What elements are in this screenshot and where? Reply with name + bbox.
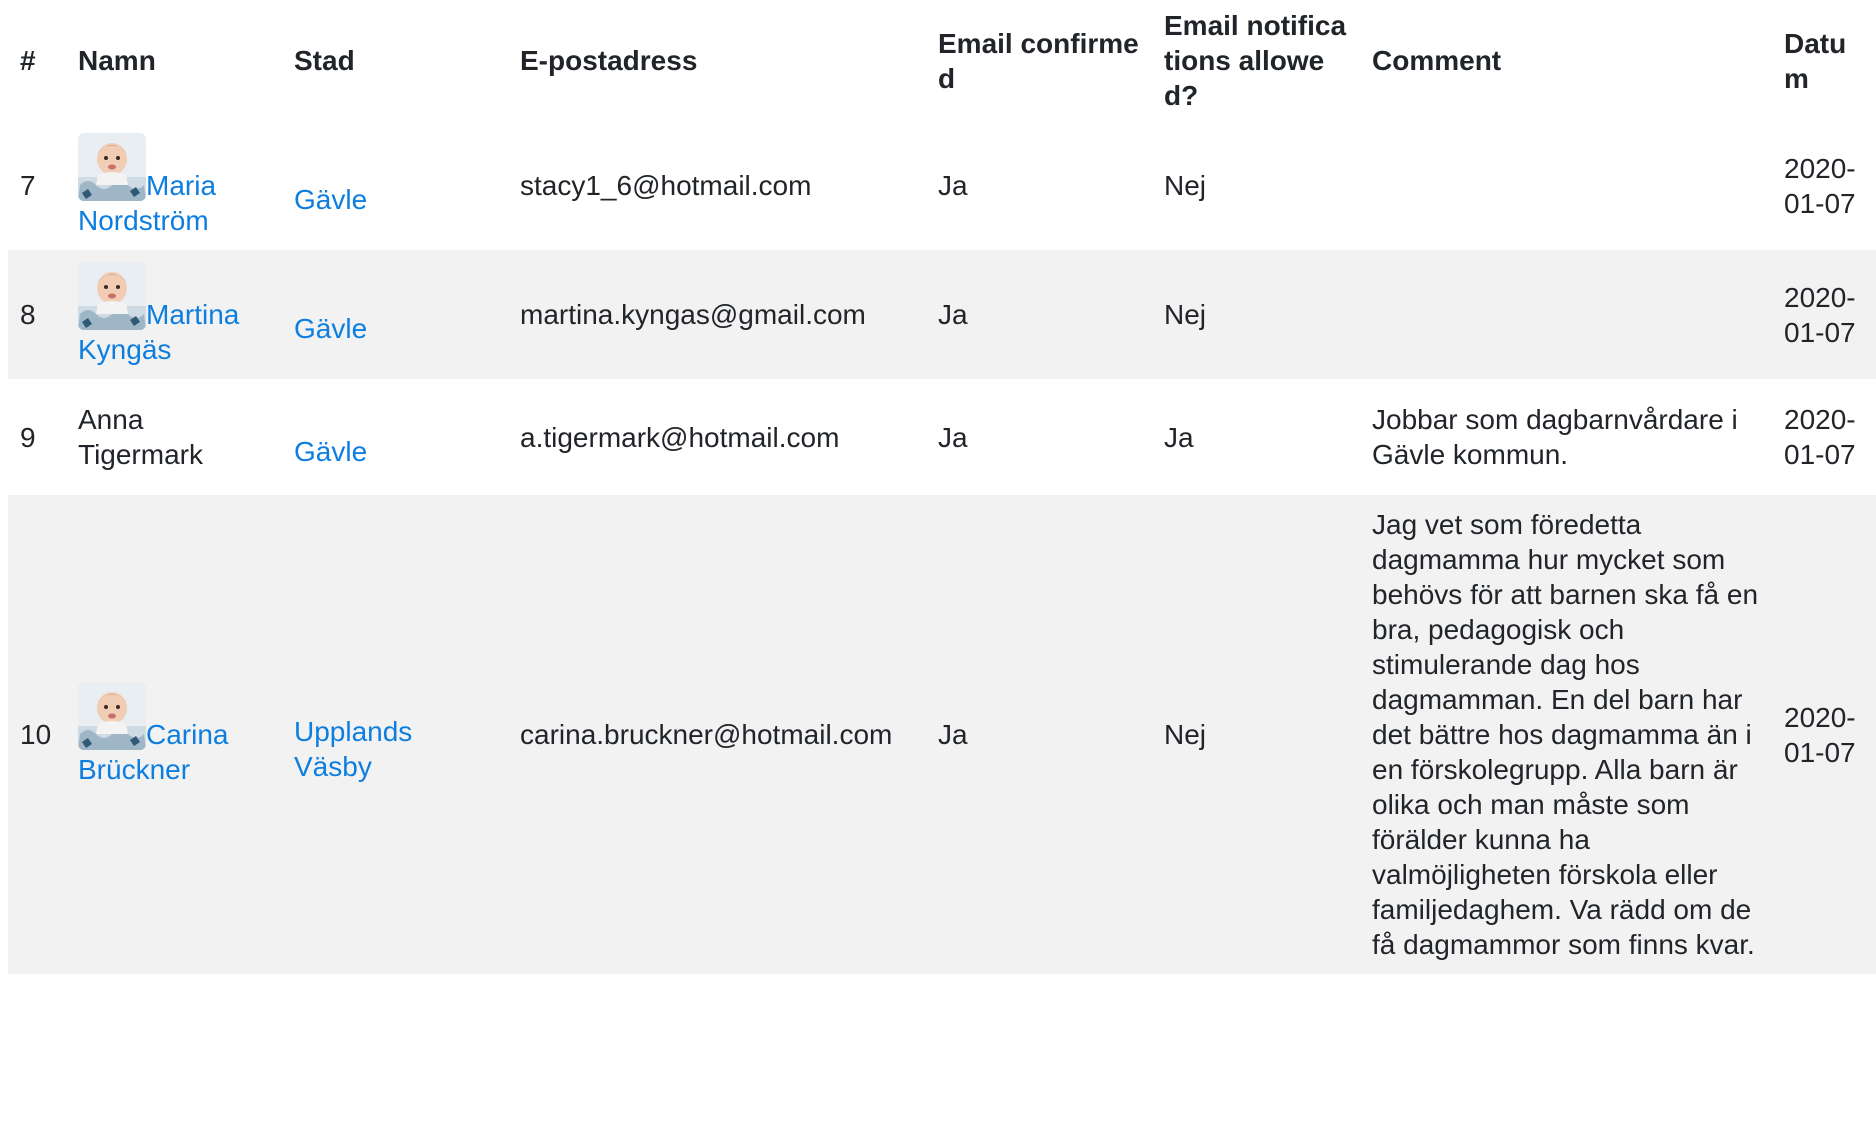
- table-body: 7 Maria Nordström Gävle stacy1_6@hotmail…: [8, 121, 1876, 974]
- header-email: E-postadress: [520, 45, 698, 76]
- comment-cell: Jobbar som dagbarnvårdare i Gävle kommun…: [1372, 404, 1738, 470]
- date-cell: 2020-01-07: [1772, 250, 1876, 379]
- header-email-confirmed: Email confirmed: [938, 27, 1139, 94]
- header-city: Stad: [294, 45, 355, 76]
- city-cell: Upplands Väsby: [282, 495, 508, 974]
- email-cell: carina.bruckner@hotmail.com: [508, 495, 926, 974]
- avatar-icon: [78, 133, 146, 201]
- comment-cell: [1360, 250, 1772, 379]
- header-name: Namn: [78, 45, 156, 76]
- email-cell: martina.kyngas@gmail.com: [508, 250, 926, 379]
- header-comment: Comment: [1372, 45, 1502, 76]
- table-row: 9 Anna Tigermark Gävle a.tigermark@hotma…: [8, 379, 1876, 495]
- email-cell: stacy1_6@hotmail.com: [520, 170, 812, 201]
- name-cell: Maria Nordström: [66, 121, 282, 250]
- email-confirmed-cell: Ja: [926, 250, 1152, 379]
- header-row: # Namn Stad E-postadress Email confirmed…: [8, 0, 1876, 121]
- city-cell: Gävle: [282, 121, 508, 250]
- table-row: 10 Carina Brückner Upplands Väsby carina…: [8, 495, 1876, 974]
- row-number: 10: [8, 495, 66, 974]
- name-cell: Martina Kyngäs: [66, 250, 282, 379]
- city-cell: Gävle: [282, 379, 508, 495]
- city-link[interactable]: Upplands Väsby: [294, 716, 412, 782]
- email-confirmed-cell: Ja: [938, 170, 968, 201]
- comment-cell: [1360, 121, 1772, 250]
- avatar-icon: [78, 682, 146, 750]
- header-date: Datum: [1784, 27, 1847, 94]
- city-link[interactable]: Gävle: [294, 313, 367, 344]
- city-link[interactable]: Gävle: [294, 184, 367, 215]
- header-email-notifications: Email notifications allowed?: [1164, 10, 1347, 111]
- table-header: # Namn Stad E-postadress Email confirmed…: [8, 0, 1876, 121]
- name-cell: Anna Tigermark: [78, 404, 203, 470]
- email-notifications-cell: Nej: [1152, 495, 1360, 974]
- table-row: 8 Martina Kyngäs Gävle martina.kyngas@gm…: [8, 250, 1876, 379]
- email-cell: a.tigermark@hotmail.com: [520, 421, 840, 453]
- registrations-table: # Namn Stad E-postadress Email confirmed…: [8, 0, 1876, 974]
- email-notifications-cell: Nej: [1164, 170, 1207, 201]
- registrations-table-container: # Namn Stad E-postadress Email confirmed…: [8, 0, 1876, 974]
- row-number: 7: [20, 170, 36, 201]
- city-link[interactable]: Gävle: [294, 436, 367, 467]
- row-number: 8: [8, 250, 66, 379]
- email-confirmed-cell: Ja: [926, 495, 1152, 974]
- email-notifications-cell: Nej: [1152, 250, 1360, 379]
- email-notifications-cell: Ja: [1164, 421, 1194, 453]
- row-number: 9: [20, 421, 36, 453]
- table-row: 7 Maria Nordström Gävle stacy1_6@hotmail…: [8, 121, 1876, 250]
- email-confirmed-cell: Ja: [938, 421, 968, 453]
- date-cell: 2020-01-07: [1784, 404, 1856, 470]
- header-num: #: [20, 45, 36, 76]
- city-cell: Gävle: [282, 250, 508, 379]
- comment-cell: Jag vet som föredetta dagmamma hur mycke…: [1360, 495, 1772, 974]
- avatar-icon: [78, 262, 146, 330]
- name-cell: Carina Brückner: [66, 495, 282, 974]
- date-cell: 2020-01-07: [1772, 495, 1876, 974]
- date-cell: 2020-01-07: [1784, 152, 1856, 219]
